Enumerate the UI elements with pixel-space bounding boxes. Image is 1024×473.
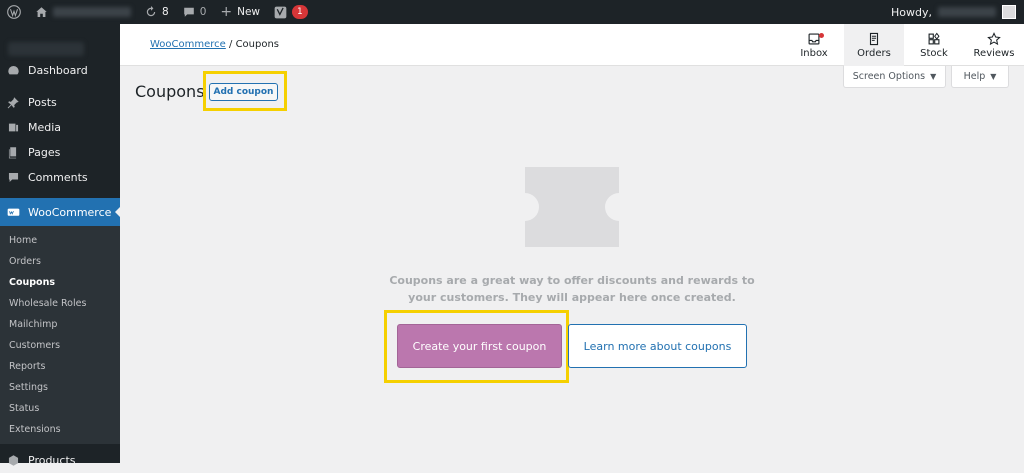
yoast-badge: 1: [292, 5, 308, 19]
breadcrumb: WooCommerce / Coupons: [150, 39, 279, 50]
star-icon: [987, 31, 1001, 45]
new-label: New: [237, 6, 261, 18]
woocommerce-header: WooCommerce / Coupons Inbox Orders Stock…: [120, 24, 1024, 66]
refresh-icon: [146, 6, 156, 17]
account-menu[interactable]: Howdy,: [891, 5, 1024, 19]
breadcrumb-link-woocommerce[interactable]: WooCommerce: [150, 39, 226, 50]
user-name-blurred: [938, 7, 996, 17]
site-name-blurred: [53, 7, 131, 17]
sidebar-item-media[interactable]: Media: [0, 115, 120, 140]
admin-bar: 8 0 + New 1 Howdy,: [0, 0, 1024, 24]
help-tab[interactable]: Help ▼: [951, 66, 1009, 88]
pin-icon: [7, 97, 19, 109]
comment-icon: [183, 7, 194, 17]
caret-down-icon: ▼: [930, 72, 937, 81]
home-icon: [36, 6, 47, 17]
breadcrumb-current: Coupons: [235, 39, 280, 50]
media-icon: [8, 123, 19, 132]
sidebar-item-label: Dashboard: [28, 64, 88, 77]
caret-down-icon: ▼: [990, 72, 997, 81]
submenu-item-reports[interactable]: Reports: [0, 356, 120, 377]
breadcrumb-separator: /: [225, 39, 236, 50]
sidebar-item-label: Products: [28, 454, 76, 467]
reviews-label: Reviews: [973, 47, 1015, 59]
pages-icon: [8, 147, 17, 159]
sidebar-item-pages[interactable]: Pages: [0, 140, 120, 165]
updates-link[interactable]: 8: [138, 0, 176, 24]
woocommerce-icon: [7, 208, 20, 216]
inbox-label: Inbox: [800, 47, 828, 59]
submenu-item-home[interactable]: Home: [0, 230, 120, 251]
sidebar-item-label: Posts: [28, 96, 57, 109]
plus-icon: +: [220, 4, 233, 20]
learn-more-coupons-button[interactable]: Learn more about coupons: [568, 324, 747, 368]
admin-sidebar: Dashboard Posts Media Pages Comments Woo…: [0, 24, 121, 467]
sidebar-item-comments[interactable]: Comments: [0, 165, 120, 190]
coupon-illustration-icon: [525, 167, 619, 247]
empty-state-message: Coupons are a great way to offer discoun…: [389, 274, 755, 304]
screen-options-label: Screen Options: [852, 71, 926, 82]
sidebar-item-label: WooCommerce: [28, 205, 112, 219]
sidebar-item-label: Comments: [28, 171, 88, 184]
submenu-item-coupons[interactable]: Coupons: [0, 272, 120, 293]
sidebar-item-label: Pages: [28, 146, 61, 159]
products-icon: [8, 455, 19, 466]
orders-icon: [869, 32, 879, 45]
orders-button[interactable]: Orders: [844, 24, 904, 66]
site-home-link[interactable]: [28, 0, 138, 24]
yoast-icon: [274, 6, 287, 18]
create-first-coupon-button[interactable]: Create your first coupon: [397, 324, 562, 368]
reviews-button[interactable]: Reviews: [964, 24, 1024, 66]
sidebar-item-woocommerce[interactable]: WooCommerce: [0, 198, 121, 226]
submenu-item-mailchimp[interactable]: Mailchimp: [0, 314, 120, 335]
submenu-item-extensions[interactable]: Extensions: [0, 419, 120, 440]
submenu-item-wholesale-roles[interactable]: Wholesale Roles: [0, 293, 120, 314]
comments-count: 0: [199, 6, 207, 18]
submenu-item-settings[interactable]: Settings: [0, 377, 120, 398]
submenu-item-customers[interactable]: Customers: [0, 335, 120, 356]
help-label: Help: [963, 71, 986, 82]
yoast-link[interactable]: 1: [267, 0, 315, 24]
submenu-item-status[interactable]: Status: [0, 398, 120, 419]
orders-label: Orders: [857, 47, 891, 59]
new-content-link[interactable]: + New: [213, 0, 267, 24]
sidebar-item-posts[interactable]: Posts: [0, 90, 120, 115]
stock-button[interactable]: Stock: [904, 24, 964, 66]
comment-icon: [8, 172, 19, 183]
submenu-item-orders[interactable]: Orders: [0, 251, 120, 272]
page-title: Coupons: [135, 82, 205, 101]
woocommerce-submenu: Home Orders Coupons Wholesale Roles Mail…: [0, 226, 120, 444]
site-title-blurred: [8, 42, 84, 56]
comments-link[interactable]: 0: [176, 0, 214, 24]
notification-dot: [819, 33, 824, 38]
sidebar-item-products[interactable]: Products: [0, 448, 120, 473]
howdy-label: Howdy,: [891, 5, 932, 19]
dashboard-icon: [8, 65, 19, 75]
add-coupon-button[interactable]: Add coupon: [209, 83, 278, 101]
stock-icon: [928, 32, 940, 44]
avatar: [1002, 5, 1016, 19]
wordpress-logo-icon[interactable]: [0, 0, 28, 24]
stock-label: Stock: [920, 47, 948, 59]
inbox-button[interactable]: Inbox: [784, 24, 844, 66]
screen-options-tab[interactable]: Screen Options ▼: [843, 66, 946, 88]
sidebar-item-dashboard[interactable]: Dashboard: [0, 58, 120, 83]
updates-count: 8: [162, 6, 169, 18]
sidebar-item-label: Media: [28, 121, 62, 134]
